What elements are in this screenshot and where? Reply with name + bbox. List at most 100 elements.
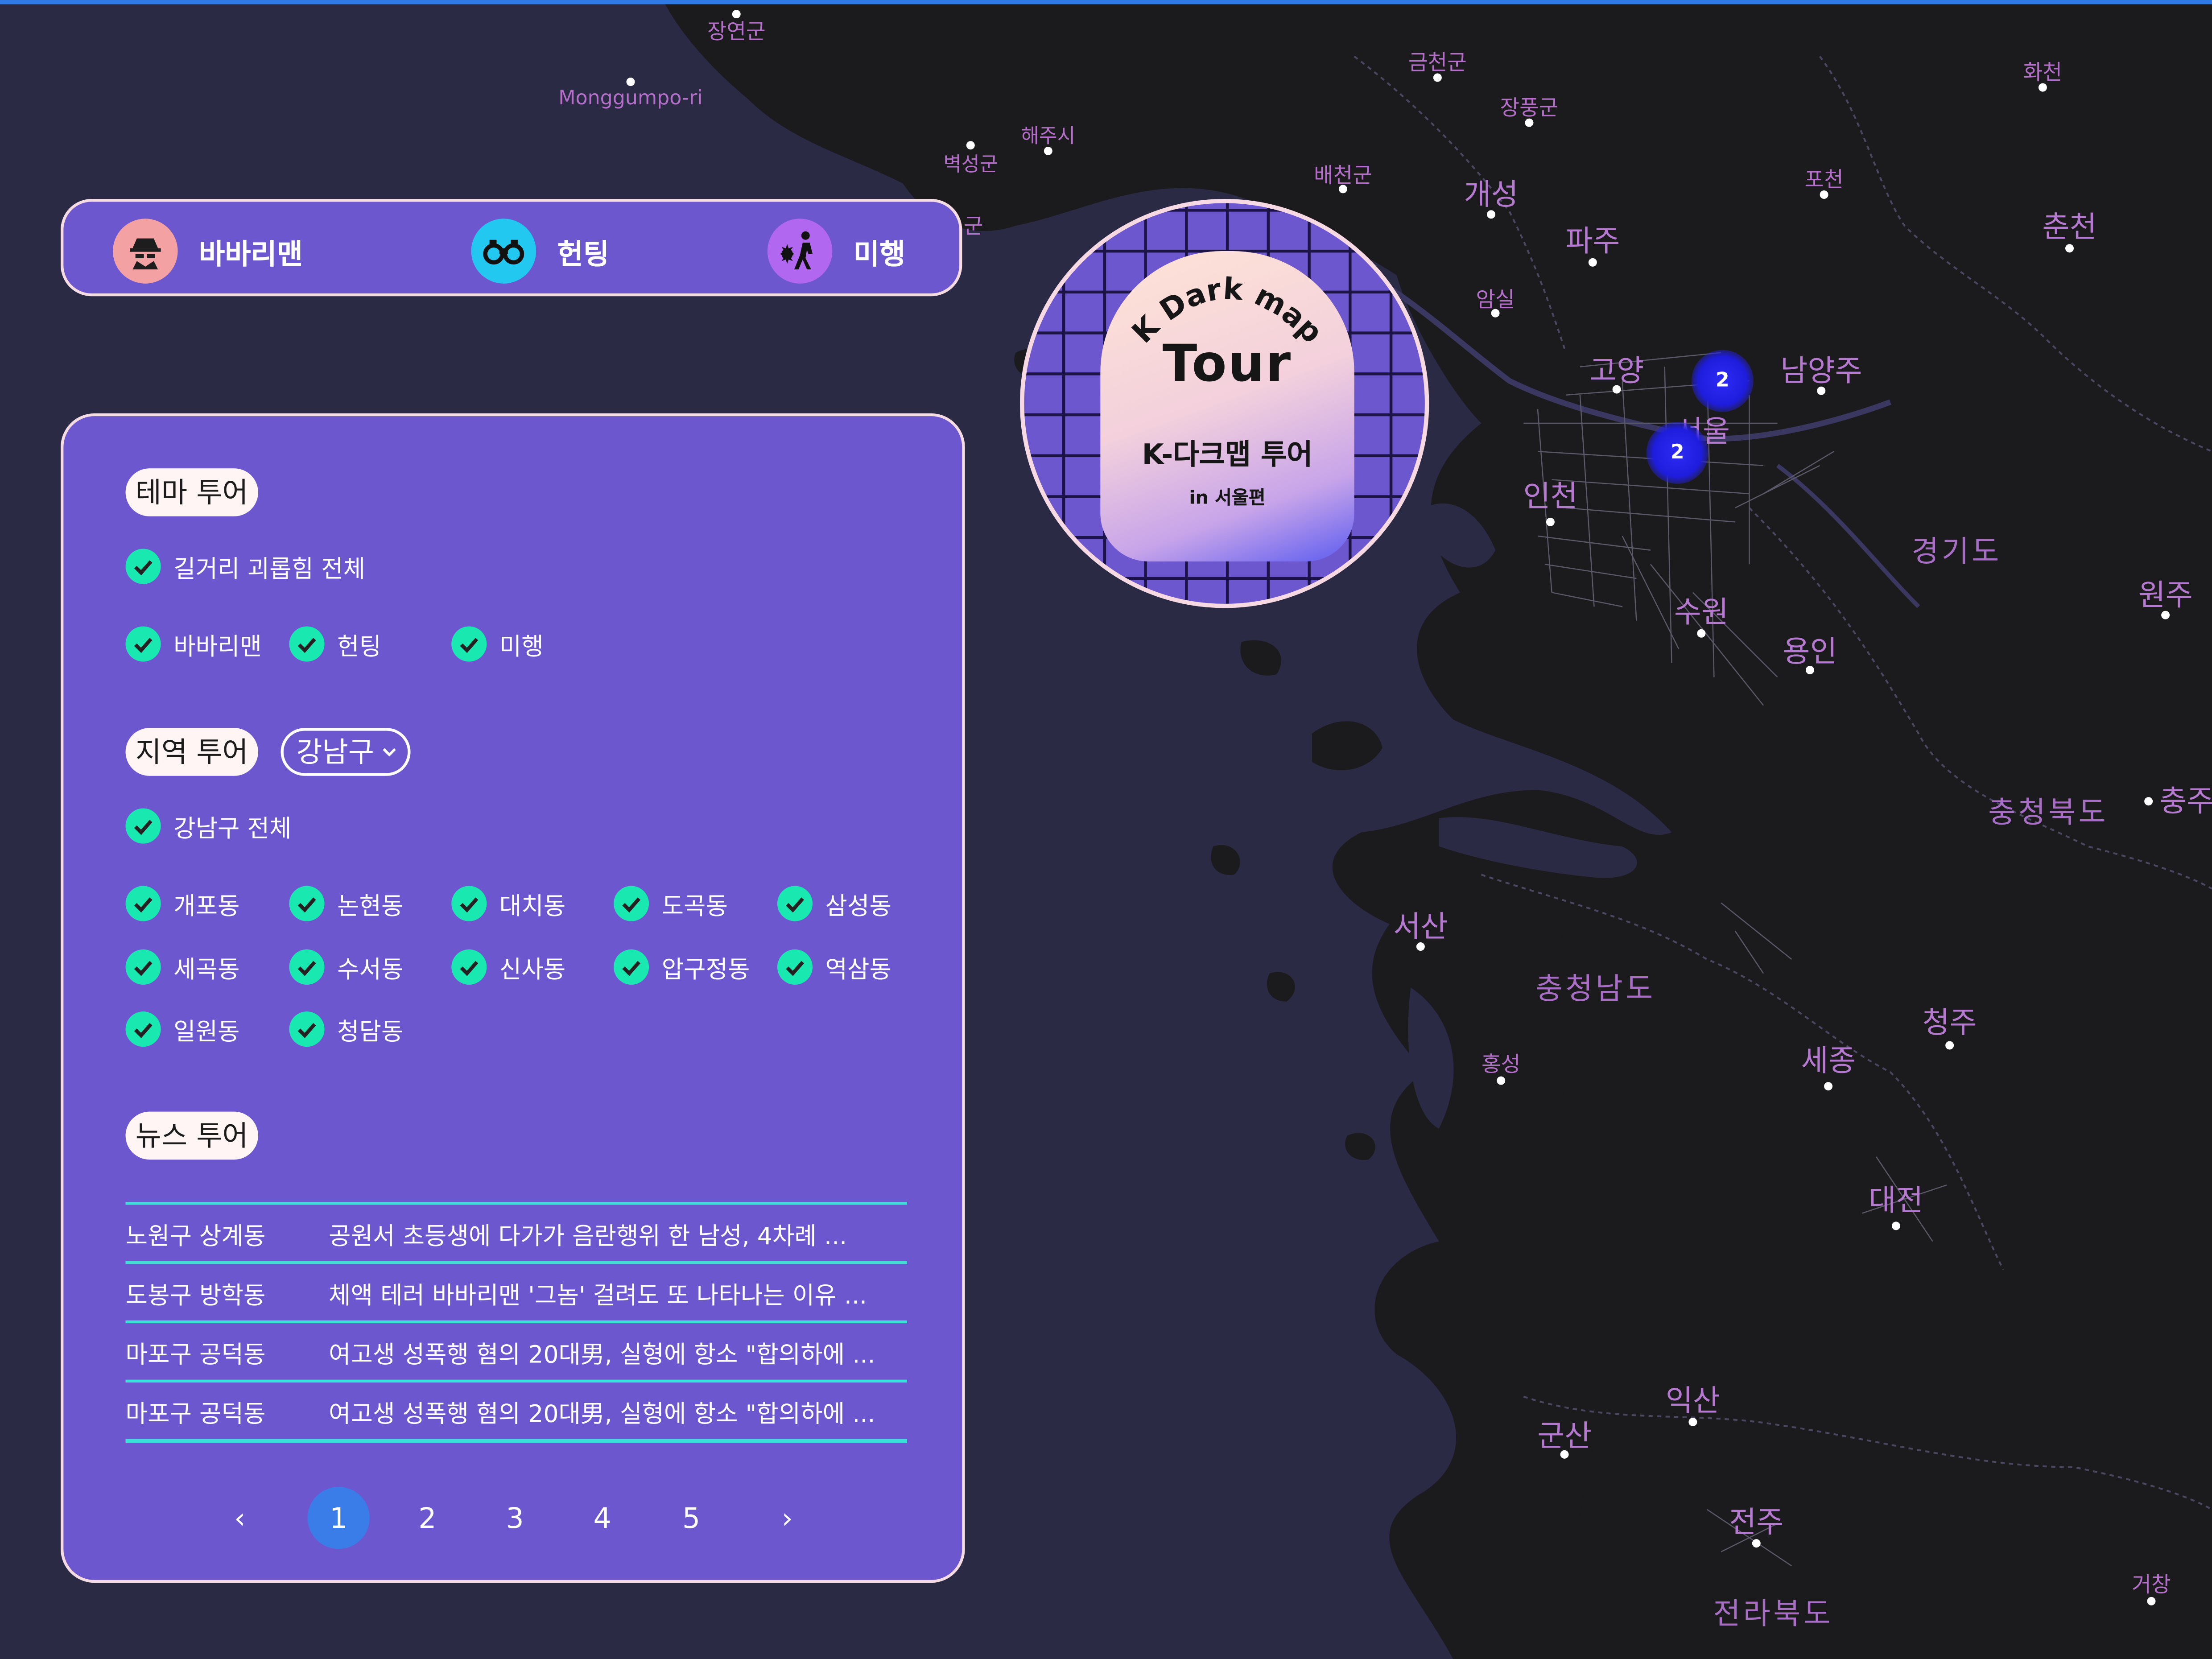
checkbox-label: 길거리 괴롭힘 전체 xyxy=(173,556,366,584)
checkbox-dong[interactable]: 대치동 xyxy=(451,886,565,921)
place-label: Monggumpo-ri xyxy=(558,87,703,110)
news-row[interactable]: 노원구 상계동 공원서 초등생에 다가가 음란행위 한 남성, 4차례 ... xyxy=(125,1205,907,1264)
place-label: 군 xyxy=(963,214,983,239)
filter-barbariman[interactable]: 바바리맨 xyxy=(113,219,303,284)
checkbox-theme-option[interactable]: 바바리맨 xyxy=(125,626,262,662)
place-label: 익산 xyxy=(1665,1384,1721,1418)
page-button[interactable]: 2 xyxy=(396,1487,458,1549)
place-dot xyxy=(1433,73,1442,82)
news-row[interactable]: 마포구 공덕동 여고생 성폭행 혐의 20대男, 실형에 항소 "합의하에 ... xyxy=(125,1323,907,1382)
checkbox-dong[interactable]: 압구정동 xyxy=(614,949,750,985)
place-dot xyxy=(2144,797,2153,806)
district-select[interactable]: 강남구 xyxy=(281,728,411,776)
checkbox-label: 수서동 xyxy=(337,956,404,985)
chevron-down-icon xyxy=(383,748,396,757)
checkbox-label: 신사동 xyxy=(499,956,566,985)
place-dot xyxy=(1752,1539,1761,1548)
checkbox-theme-all[interactable]: 길거리 괴롭힘 전체 xyxy=(125,549,366,584)
page-prev-button[interactable]: ‹ xyxy=(209,1487,271,1549)
filter-label: 미행 xyxy=(853,236,906,270)
checkbox-dong[interactable]: 일원동 xyxy=(125,1011,240,1047)
news-title: 체액 테러 바바리맨 '그놈' 걸려도 또 나타나는 이유 ... xyxy=(329,1281,867,1310)
checkbox-dong[interactable]: 세곡동 xyxy=(125,949,240,985)
checkbox-dong[interactable]: 개포동 xyxy=(125,886,240,921)
place-label: 개성 xyxy=(1464,177,1519,212)
place-dot xyxy=(1688,1418,1697,1427)
place-label: 세종 xyxy=(1801,1044,1856,1078)
news-list: 노원구 상계동 공원서 초등생에 다가가 음란행위 한 남성, 4차례 ... 도… xyxy=(125,1202,907,1444)
checkbox-dong[interactable]: 역삼동 xyxy=(777,949,891,985)
place-label: 고양 xyxy=(1589,354,1644,388)
checkbox-dong[interactable]: 논현동 xyxy=(289,886,403,921)
news-location: 마포구 공덕동 xyxy=(125,1341,266,1369)
filter-label: 헌팅 xyxy=(557,236,609,270)
filter-stalking[interactable]: 미행 xyxy=(767,219,906,284)
land-inland-fill xyxy=(1552,790,2212,1659)
place-label: 서산 xyxy=(1393,910,1448,944)
check-icon xyxy=(125,626,161,662)
place-dot xyxy=(1820,190,1828,199)
badge-title: Tour xyxy=(1162,335,1292,394)
place-label: 장풍군 xyxy=(1500,95,1559,121)
check-icon xyxy=(451,886,487,921)
checkbox-label: 헌팅 xyxy=(337,633,381,662)
checkbox-dong[interactable]: 신사동 xyxy=(451,949,565,985)
tour-panel: 테마 투어 길거리 괴롭힘 전체 바바리맨 헌팅 미행 지역 투어 강남구 강남… xyxy=(61,413,965,1583)
district-select-value: 강남구 xyxy=(296,735,374,769)
place-dot xyxy=(732,10,741,19)
place-dot xyxy=(1338,185,1347,194)
incident-cluster-marker[interactable]: 2 xyxy=(1646,421,1709,484)
check-icon xyxy=(451,949,487,985)
checkbox-label: 바바리맨 xyxy=(173,633,262,662)
check-icon xyxy=(614,886,649,921)
place-dot xyxy=(1546,517,1555,526)
place-label: 대전 xyxy=(1869,1183,1923,1217)
checkbox-dong[interactable]: 도곡동 xyxy=(614,886,728,921)
incident-cluster-marker[interactable]: 2 xyxy=(1691,350,1754,412)
place-dot xyxy=(966,141,975,150)
place-label: 청주 xyxy=(1922,1006,1977,1040)
filter-label: 바바리맨 xyxy=(199,236,303,270)
filter-hunting[interactable]: 헌팅 xyxy=(471,219,609,284)
place-label: 포천 xyxy=(1804,167,1844,193)
news-row[interactable]: 도봉구 방학동 체액 테러 바바리맨 '그놈' 걸려도 또 나타나는 이유 ... xyxy=(125,1264,907,1324)
check-icon xyxy=(614,949,649,985)
page-button[interactable]: 1 xyxy=(307,1487,370,1549)
checkbox-region-all[interactable]: 강남구 전체 xyxy=(125,808,292,844)
page-next-button[interactable]: › xyxy=(756,1487,818,1549)
pagination: ‹ 1 2 3 4 5 › xyxy=(63,1484,962,1552)
check-icon xyxy=(125,549,161,584)
top-accent-bar xyxy=(0,0,2212,4)
check-icon xyxy=(289,626,325,662)
place-dot xyxy=(1487,210,1496,219)
page-button[interactable]: 5 xyxy=(660,1487,722,1549)
place-label: 군산 xyxy=(1537,1419,1592,1453)
place-label: 춘천 xyxy=(2042,210,2097,244)
place-dot xyxy=(1044,146,1052,155)
badge-plate: K Dark map Tour K-다크맵 투어 in 서울편 xyxy=(1100,251,1354,561)
section-heading-region: 지역 투어 xyxy=(125,728,258,776)
check-icon xyxy=(289,886,325,921)
page-button[interactable]: 4 xyxy=(571,1487,633,1549)
tour-logo-badge: K Dark map Tour K-다크맵 투어 in 서울편 xyxy=(1020,199,1429,608)
place-label: 거창 xyxy=(2132,1572,2171,1598)
checkbox-dong[interactable]: 수서동 xyxy=(289,949,403,985)
place-dot xyxy=(1588,258,1597,267)
checkbox-label: 대치동 xyxy=(499,893,566,921)
checkbox-label: 미행 xyxy=(499,633,544,662)
check-icon xyxy=(777,949,813,985)
section-heading-theme: 테마 투어 xyxy=(125,468,258,516)
checkbox-dong[interactable]: 청담동 xyxy=(289,1011,403,1047)
checkbox-label: 논현동 xyxy=(337,893,404,921)
place-dot xyxy=(1697,629,1706,638)
page-button[interactable]: 3 xyxy=(484,1487,546,1549)
checkbox-dong[interactable]: 삼성동 xyxy=(777,886,891,921)
place-dot xyxy=(1891,1222,1900,1230)
checkbox-theme-option[interactable]: 헌팅 xyxy=(289,626,381,662)
checkbox-theme-option[interactable]: 미행 xyxy=(451,626,544,662)
spy-icon xyxy=(113,219,178,284)
place-label: 장연군 xyxy=(707,19,766,45)
place-label: 금천군 xyxy=(1408,50,1467,76)
news-row[interactable]: 마포구 공덕동 여고생 성폭행 혐의 20대男, 실형에 항소 "합의하에 ... xyxy=(125,1382,907,1444)
map-screen: 장연군 Monggumpo-ri 해주시 벽성군 군 금천군 장풍군 배천군 개… xyxy=(0,0,2212,1659)
